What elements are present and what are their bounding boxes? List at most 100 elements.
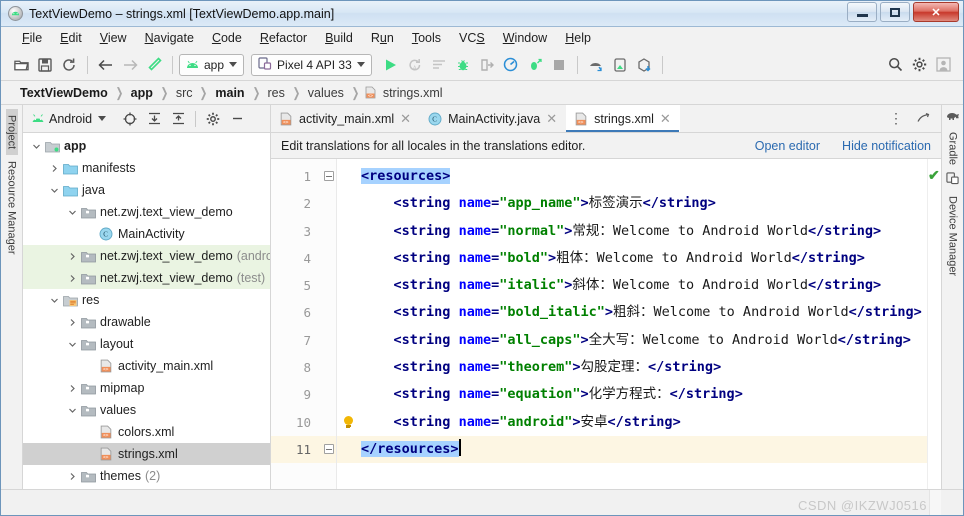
menu-item-build[interactable]: Build xyxy=(316,29,362,47)
tree-node-strings-xml[interactable]: <> strings.xml xyxy=(23,443,270,465)
maximize-button[interactable] xyxy=(880,2,910,22)
sdk-manager-icon[interactable] xyxy=(584,53,608,77)
collapse-icon[interactable] xyxy=(324,171,334,181)
tab-overflow-icon[interactable]: ⋮ xyxy=(884,110,909,127)
code-line[interactable]: <string name="equation">化学方程式：</string> xyxy=(359,381,927,408)
forward-arrow-icon[interactable] xyxy=(118,53,142,77)
run-coverage-icon[interactable] xyxy=(523,53,547,77)
expand-all-icon[interactable] xyxy=(144,109,164,129)
tool-window-button-resource-manager[interactable]: Resource Manager xyxy=(6,155,18,261)
chevron-down-icon[interactable] xyxy=(47,296,61,305)
menu-item-window[interactable]: Window xyxy=(494,29,556,47)
hide-icon[interactable] xyxy=(227,109,247,129)
breadcrumb-item-values[interactable]: values xyxy=(305,86,347,100)
run-configuration-selector[interactable]: app xyxy=(179,53,245,76)
code-line[interactable]: <string name="italic">斜体：Welcome to Andr… xyxy=(359,272,927,299)
fold-toggle[interactable] xyxy=(321,435,336,464)
tree-node-net-zwj-text_view_demo[interactable]: net.zwj.text_view_demo(androidTest) xyxy=(23,245,270,267)
menu-item-run[interactable]: Run xyxy=(362,29,403,47)
minimize-button[interactable] xyxy=(847,2,877,22)
editor-tab-activity_main-xml[interactable]: <> activity_main.xml ✕ xyxy=(271,105,420,132)
chevron-right-icon[interactable] xyxy=(65,472,79,481)
collapse-icon[interactable] xyxy=(324,443,334,454)
menu-item-refactor[interactable]: Refactor xyxy=(251,29,316,47)
apply-changes-icon[interactable]: A xyxy=(403,53,427,77)
menu-item-tools[interactable]: Tools xyxy=(403,29,450,47)
code-line[interactable]: <string name="theorem">勾股定理：</string> xyxy=(359,354,927,381)
close-icon[interactable]: ✕ xyxy=(546,111,557,127)
search-icon[interactable] xyxy=(883,53,907,77)
chevron-down-icon[interactable] xyxy=(65,208,79,217)
code-line[interactable]: <string name="all_caps">全大写：Welcome to A… xyxy=(359,327,927,354)
settings-gear-icon[interactable] xyxy=(907,53,931,77)
code-line[interactable]: <string name="bold_italic">粗斜：Welcome to… xyxy=(359,299,927,326)
tool-window-button-device-manager[interactable]: Device Manager xyxy=(946,172,959,281)
tree-node-mipmap[interactable]: mipmap xyxy=(23,377,270,399)
attach-debugger-icon[interactable] xyxy=(475,53,499,77)
close-icon[interactable]: ✕ xyxy=(660,111,671,127)
tree-node-drawable[interactable]: drawable xyxy=(23,311,270,333)
open-editor-link[interactable]: Open editor xyxy=(755,139,820,153)
tree-node-colors-xml[interactable]: <> colors.xml xyxy=(23,421,270,443)
menu-item-edit[interactable]: Edit xyxy=(51,29,91,47)
close-button[interactable]: ✕ xyxy=(913,2,959,22)
code-line[interactable]: <string name="app_name">标签演示</string> xyxy=(359,190,927,217)
menu-item-code[interactable]: Code xyxy=(203,29,251,47)
tool-window-button-gradle[interactable]: Gradle xyxy=(946,110,960,170)
code-line[interactable]: </resources> xyxy=(359,435,927,464)
chevron-right-icon[interactable] xyxy=(65,274,79,283)
profiler-icon[interactable] xyxy=(499,53,523,77)
hide-notification-link[interactable]: Hide notification xyxy=(842,139,931,153)
chevron-down-icon[interactable] xyxy=(65,406,79,415)
breadcrumb-item-main[interactable]: main xyxy=(212,86,247,100)
tree-node-java[interactable]: java xyxy=(23,179,270,201)
menu-item-file[interactable]: File xyxy=(13,29,51,47)
locate-icon[interactable] xyxy=(120,109,140,129)
chevron-right-icon[interactable] xyxy=(65,384,79,393)
chevron-down-icon[interactable] xyxy=(98,116,107,121)
menu-item-vcs[interactable]: VCS xyxy=(450,29,494,47)
collapse-all-icon[interactable] xyxy=(168,109,188,129)
tree-node-values[interactable]: values xyxy=(23,399,270,421)
editor-tab-strings-xml[interactable]: <> strings.xml ✕ xyxy=(566,105,680,132)
tree-node-mainactivity[interactable]: C MainActivity xyxy=(23,223,270,245)
inspection-marker-strip[interactable]: ✔ xyxy=(927,159,941,489)
run-icon[interactable] xyxy=(379,53,403,77)
code-line[interactable]: <string name="normal">常规：Welcome to Andr… xyxy=(359,218,927,245)
device-selector[interactable]: Pixel 4 API 33 xyxy=(251,53,372,76)
apply-code-changes-icon[interactable] xyxy=(427,53,451,77)
chevron-right-icon[interactable] xyxy=(65,318,79,327)
fold-toggle[interactable] xyxy=(321,163,336,190)
breadcrumb-item-src[interactable]: src xyxy=(173,86,196,100)
breadcrumb-item-app[interactable]: app xyxy=(128,86,156,100)
code-line[interactable]: <resources> xyxy=(359,163,927,190)
build-hammer-icon[interactable] xyxy=(142,53,166,77)
user-avatar-icon[interactable] xyxy=(931,53,955,77)
save-all-icon[interactable] xyxy=(33,53,57,77)
tree-node-res[interactable]: res xyxy=(23,289,270,311)
editor-tab-mainactivity-java[interactable]: C MainActivity.java ✕ xyxy=(420,105,566,132)
avd-manager-icon[interactable] xyxy=(608,53,632,77)
chevron-down-icon[interactable] xyxy=(29,142,43,151)
intention-bulb-icon[interactable] xyxy=(337,409,359,436)
code-folding-gutter[interactable] xyxy=(321,159,337,489)
code-line[interactable]: <string name="android">安卓</string> xyxy=(359,409,927,436)
debug-icon[interactable] xyxy=(451,53,475,77)
tree-node-net-zwj-text_view_demo[interactable]: net.zwj.text_view_demo xyxy=(23,201,270,223)
chevron-right-icon[interactable] xyxy=(47,164,61,173)
breadcrumb-item-strings-xml[interactable]: <> strings.xml xyxy=(364,86,446,100)
menu-item-navigate[interactable]: Navigate xyxy=(136,29,203,47)
sync-icon[interactable] xyxy=(57,53,81,77)
editor-settings-icon[interactable] xyxy=(911,107,935,131)
breadcrumb-item-textviewdemo[interactable]: TextViewDemo xyxy=(17,86,111,100)
intention-bulb-gutter[interactable] xyxy=(337,159,359,489)
settings-gear-icon[interactable] xyxy=(203,109,223,129)
chevron-down-icon[interactable] xyxy=(47,186,61,195)
back-arrow-icon[interactable] xyxy=(94,53,118,77)
tree-node-layout[interactable]: layout xyxy=(23,333,270,355)
tool-window-button-project[interactable]: Project xyxy=(5,109,18,156)
sync-gradle-icon[interactable] xyxy=(632,53,656,77)
chevron-down-icon[interactable] xyxy=(65,340,79,349)
code-editor[interactable]: 1 2 3 4 5 6 7 8 9 10 11 <resources> <string name="… xyxy=(271,159,941,489)
breadcrumb-item-res[interactable]: res xyxy=(264,86,287,100)
